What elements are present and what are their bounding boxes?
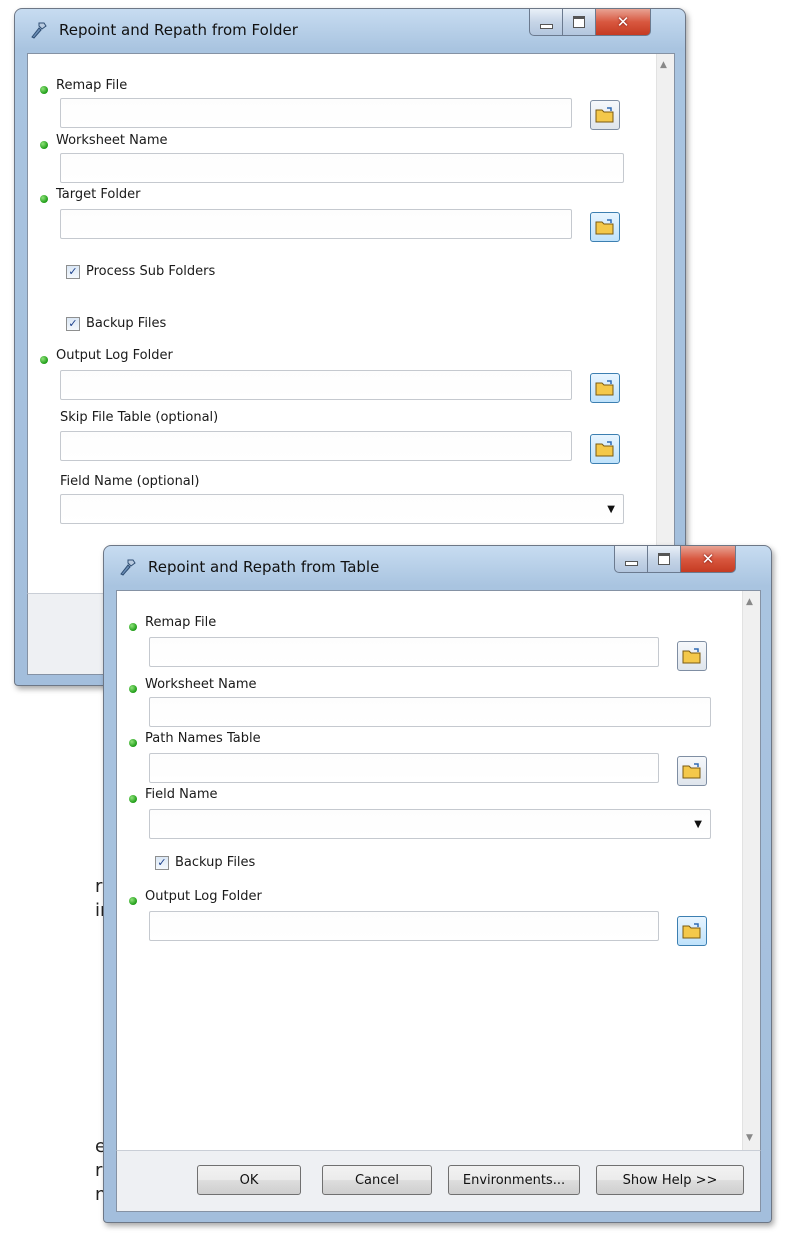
minimize-icon (539, 23, 553, 29)
table-dialog-titlebar[interactable]: Repoint and Repath from Table ✕ (104, 546, 771, 590)
show-help-button[interactable]: Show Help >> (596, 1165, 744, 1195)
environments-button[interactable]: Environments... (448, 1165, 580, 1195)
skip-file-table-browse-button[interactable] (590, 434, 620, 464)
worksheet-name-label: Worksheet Name (145, 677, 257, 692)
remap-file-label: Remap File (145, 615, 217, 630)
skip-file-table-input[interactable] (60, 431, 572, 461)
remap-file-label: Remap File (56, 78, 128, 93)
remap-file-browse-button[interactable] (677, 641, 707, 671)
maximize-button[interactable] (647, 546, 681, 573)
backup-files-label: Backup Files (86, 316, 167, 331)
required-indicator (129, 739, 137, 747)
remap-file-input[interactable] (60, 98, 572, 128)
backup-files-checkbox[interactable]: ✓ (66, 316, 80, 331)
folder-browse-icon (595, 380, 614, 396)
required-indicator (129, 795, 137, 803)
close-button[interactable]: ✕ (680, 546, 736, 573)
output-log-folder-input[interactable] (149, 911, 659, 941)
folder-dialog-titlebar[interactable]: Repoint and Repath from Folder ✕ (15, 9, 685, 53)
required-indicator (129, 897, 137, 905)
folder-dialog-title: Repoint and Repath from Folder (59, 21, 298, 39)
required-indicator (129, 685, 137, 693)
minimize-button[interactable] (529, 9, 563, 36)
ok-button[interactable]: OK (197, 1165, 301, 1195)
backup-files-checkbox-row[interactable]: ✓ Backup Files (155, 855, 255, 870)
table-dialog-footer: OK Cancel Environments... Show Help >> (116, 1150, 761, 1212)
folder-browse-icon (595, 107, 614, 123)
folder-browse-icon (682, 648, 701, 664)
field-name-dropdown[interactable]: ▼ (60, 494, 624, 524)
folder-dialog-scrollbar[interactable]: ▲ (656, 54, 674, 594)
required-indicator (40, 195, 48, 203)
remap-file-browse-button[interactable] (590, 100, 620, 130)
folder-dialog-client: ▲ Remap File Worksheet Name Target Folde… (27, 53, 675, 595)
required-indicator (40, 356, 48, 364)
process-sub-folders-checkbox[interactable]: ✓ (66, 264, 80, 279)
maximize-icon (573, 16, 585, 28)
maximize-icon (658, 553, 670, 565)
field-name-label: Field Name (145, 787, 218, 802)
app-tool-icon (120, 559, 136, 576)
worksheet-name-label: Worksheet Name (56, 133, 168, 148)
folder-browse-icon (595, 441, 614, 457)
worksheet-name-input[interactable] (149, 697, 711, 727)
table-dialog-client: ▲ ▼ Remap File Worksheet Name Path Names… (116, 590, 761, 1152)
output-log-folder-browse-button[interactable] (590, 373, 620, 403)
skip-file-table-label: Skip File Table (optional) (60, 410, 219, 425)
backup-files-label: Backup Files (175, 855, 256, 870)
path-names-table-label: Path Names Table (145, 731, 261, 746)
close-icon: ✕ (616, 13, 630, 31)
field-name-dropdown[interactable]: ▼ (149, 809, 711, 839)
backup-files-checkbox[interactable]: ✓ (155, 855, 169, 870)
backup-files-checkbox-row[interactable]: ✓ Backup Files (66, 316, 166, 331)
minimize-icon (624, 560, 638, 566)
folder-browse-icon (682, 923, 701, 939)
path-names-table-browse-button[interactable] (677, 756, 707, 786)
maximize-button[interactable] (562, 9, 596, 36)
app-tool-icon (31, 22, 47, 39)
cancel-button[interactable]: Cancel (322, 1165, 432, 1195)
required-indicator (40, 141, 48, 149)
minimize-button[interactable] (614, 546, 648, 573)
table-dialog-scrollbar[interactable]: ▲ ▼ (742, 591, 760, 1151)
folder-browse-icon (682, 763, 701, 779)
process-sub-folders-label: Process Sub Folders (86, 264, 216, 279)
output-log-folder-label: Output Log Folder (145, 889, 262, 904)
table-dialog-title: Repoint and Repath from Table (148, 558, 380, 576)
path-names-table-input[interactable] (149, 753, 659, 783)
worksheet-name-input[interactable] (60, 153, 624, 183)
remap-file-input[interactable] (149, 637, 659, 667)
dropdown-arrow-icon[interactable]: ▼ (694, 819, 702, 830)
scroll-up-icon[interactable]: ▲ (660, 60, 667, 70)
process-sub-folders-checkbox-row[interactable]: ✓ Process Sub Folders (66, 264, 215, 279)
table-dialog-window: Repoint and Repath from Table ✕ ▲ ▼ Rema… (103, 545, 772, 1223)
target-folder-browse-button[interactable] (590, 212, 620, 242)
target-folder-label: Target Folder (56, 187, 141, 202)
close-icon: ✕ (701, 550, 715, 568)
scroll-up-icon[interactable]: ▲ (746, 597, 753, 607)
scroll-down-icon[interactable]: ▼ (746, 1133, 753, 1143)
output-log-folder-label: Output Log Folder (56, 348, 173, 363)
close-button[interactable]: ✕ (595, 9, 651, 36)
output-log-folder-input[interactable] (60, 370, 572, 400)
field-name-optional-label: Field Name (optional) (60, 474, 200, 489)
required-indicator (129, 623, 137, 631)
dropdown-arrow-icon[interactable]: ▼ (607, 504, 615, 515)
required-indicator (40, 86, 48, 94)
output-log-folder-browse-button[interactable] (677, 916, 707, 946)
folder-browse-icon (595, 219, 614, 235)
target-folder-input[interactable] (60, 209, 572, 239)
